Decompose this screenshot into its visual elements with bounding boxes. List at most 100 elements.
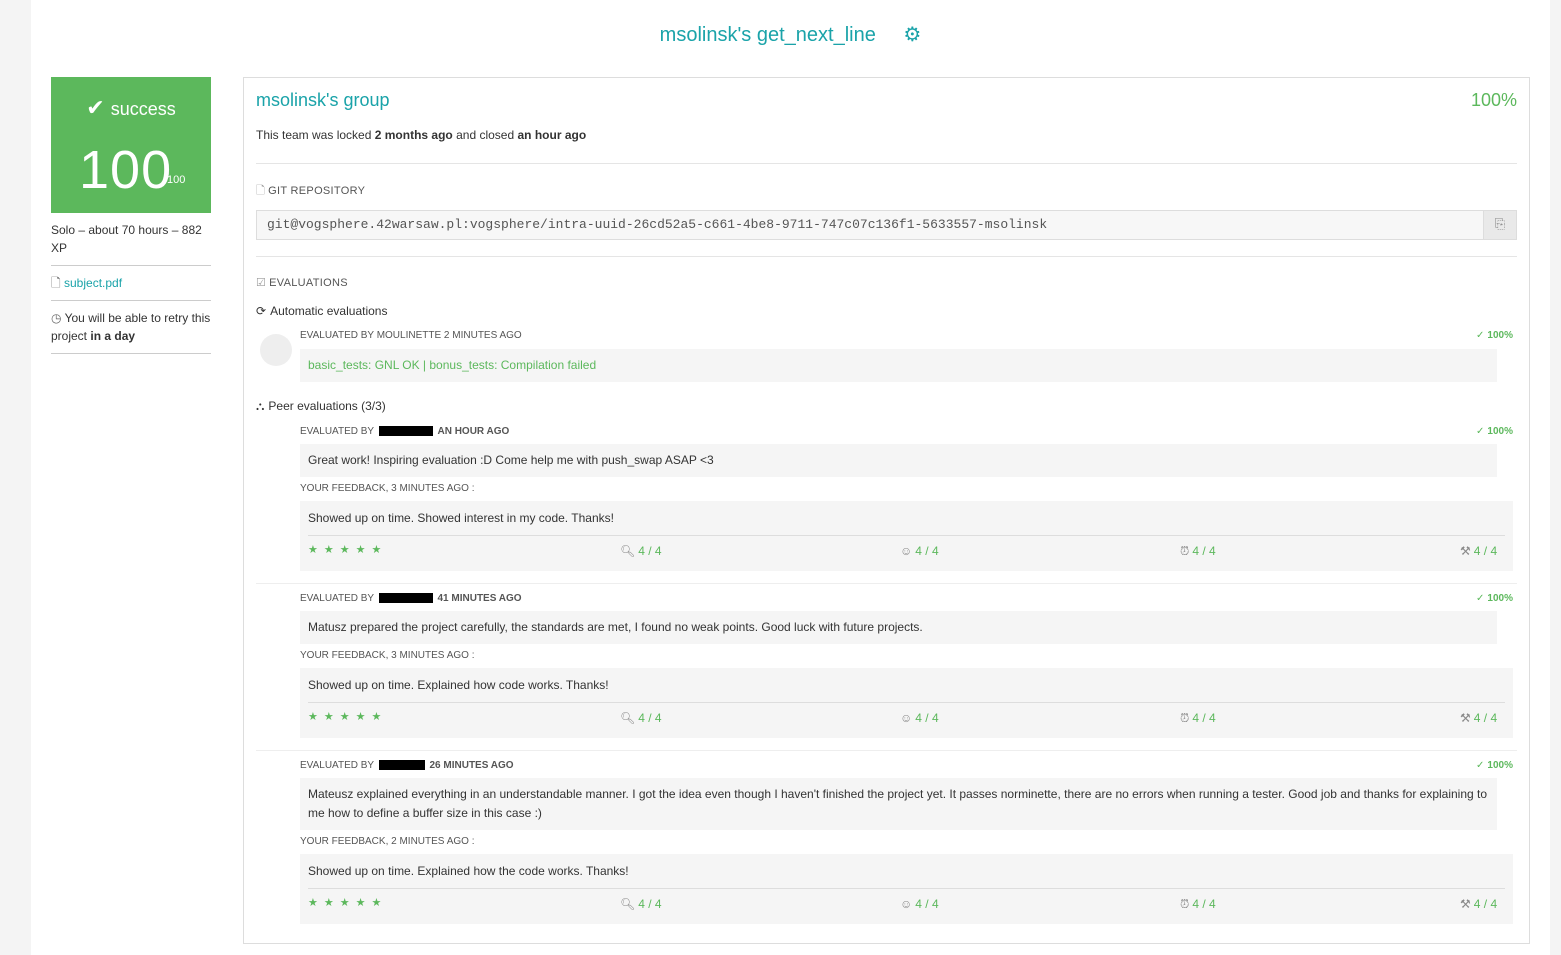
avatar: [260, 334, 292, 366]
status-label-row: ✔ success: [51, 95, 211, 121]
divider: [256, 163, 1517, 164]
score-interest: 🔍︎ 4 / 4: [620, 544, 662, 558]
feedback-box: Showed up on time. Explained how code wo…: [300, 668, 1513, 738]
closed-ago: an hour ago: [517, 128, 587, 142]
score-value: 4 / 4: [915, 711, 939, 725]
page-header: msolinsk's get_next_line ⚙: [31, 22, 1550, 47]
peer-eval-meta: EVALUATED BY 41 MINUTES AGO: [300, 593, 522, 604]
subject-pdf-link[interactable]: subject.pdf: [64, 276, 122, 290]
copy-icon[interactable]: ⎘: [1483, 211, 1516, 239]
repo-url[interactable]: git@vogsphere.42warsaw.pl:vogsphere/intr…: [267, 217, 1047, 232]
auto-eval-message: basic_tests: GNL OK | bonus_tests: Compi…: [300, 349, 1497, 382]
divider: [51, 300, 211, 301]
peer-eval-meta: EVALUATED BY 26 MINUTES AGO: [300, 760, 514, 771]
lock-prefix: This team was locked: [256, 128, 372, 142]
score-interest: 🔍︎ 4 / 4: [620, 897, 662, 911]
feedback-meta: YOUR FEEDBACK, 2 MINUTES AGO :: [300, 836, 475, 847]
auto-percent-text: 100%: [1487, 330, 1513, 341]
evaluated-by-label: EVALUATED BY: [300, 426, 374, 437]
alarm-clock-icon: ⏰︎: [1180, 711, 1190, 725]
score-nice: ☺ 4 / 4: [900, 897, 939, 911]
star-rating: ★★★★★: [308, 711, 388, 723]
git-repo-label-text: GIT REPOSITORY: [268, 185, 366, 197]
score-value: 4 / 4: [1473, 711, 1498, 725]
score-value: 4 / 4: [915, 897, 939, 911]
hammer-icon: ⚒: [1460, 897, 1471, 911]
group-percent: 100%: [1470, 90, 1517, 110]
peer-eval-comment: Great work! Inspiring evaluation :D Come…: [300, 444, 1497, 477]
score-value: 4 / 4: [915, 544, 939, 558]
check-icon: ✔: [86, 95, 105, 120]
final-score: 100: [79, 140, 173, 200]
group-name: msolinsk's group: [256, 90, 390, 110]
file-icon: 🗋: [51, 276, 61, 290]
clock-icon: ◷: [51, 311, 62, 325]
score-value: 4 / 4: [638, 897, 662, 911]
score-punctuality: ⏰︎ 4 / 4: [1180, 897, 1216, 912]
project-meta: Solo – about 70 hours – 882 XP 🗋 subject…: [51, 221, 211, 362]
percent-text: 100%: [1487, 593, 1513, 604]
divider: [256, 583, 1517, 584]
star-rating: ★★★★★: [308, 897, 388, 909]
smiley-icon: ☺: [900, 897, 913, 911]
hammer-icon: ⚒: [1460, 544, 1471, 558]
status-label: success: [110, 99, 176, 119]
score-nice: ☺ 4 / 4: [900, 544, 939, 558]
page: msolinsk's get_next_line ⚙ ✔ success 100 …: [31, 0, 1550, 955]
repo-field[interactable]: git@vogsphere.42warsaw.pl:vogsphere/intr…: [256, 210, 1517, 240]
star-rating: ★★★★★: [308, 544, 388, 556]
repo-icon: 🗋: [256, 185, 266, 197]
group-icon: ⛬: [256, 399, 265, 413]
eval-time: 41 MINUTES AGO: [437, 593, 522, 604]
alarm-clock-icon: ⏰︎: [1180, 544, 1190, 558]
percent-text: 100%: [1487, 426, 1513, 437]
eval-time: 26 MINUTES AGO: [429, 760, 514, 771]
retry-info: ◷ You will be able to retry this project…: [51, 309, 211, 345]
auto-heading-text: Automatic evaluations: [270, 304, 388, 318]
feedback-box: Showed up on time. Showed interest in my…: [300, 501, 1513, 571]
refresh-icon: ⟳: [256, 304, 267, 318]
check-icon: ✓: [1476, 330, 1485, 341]
score-value: 4 / 4: [1473, 544, 1498, 558]
score-value: 4 / 4: [638, 711, 662, 725]
percent-text: 100%: [1487, 760, 1513, 771]
divider: [51, 265, 211, 266]
peer-heading-text: Peer evaluations (3/3): [268, 399, 386, 413]
peer-eval-percent: ✓ 100%: [1476, 593, 1513, 604]
peer-eval-percent: ✓ 100%: [1476, 426, 1513, 437]
score-value: 4 / 4: [638, 544, 662, 558]
score-value: 4 / 4: [1192, 897, 1216, 911]
score-rigor: ⚒ 4 / 4: [1460, 897, 1497, 911]
divider: [308, 888, 1505, 889]
redacted-name: [378, 760, 425, 771]
score-punctuality: ⏰︎ 4 / 4: [1180, 544, 1216, 559]
project-info: Solo – about 70 hours – 882 XP: [51, 223, 202, 255]
team-panel: msolinsk's group 100% This team was lock…: [243, 77, 1530, 944]
evaluations-label-text: EVALUATIONS: [269, 277, 348, 289]
feedback-text: Showed up on time. Showed interest in my…: [308, 511, 614, 525]
evaluated-by-label: EVALUATED BY: [300, 760, 374, 771]
check-icon: ✓: [1476, 760, 1485, 771]
feedback-text: Showed up on time. Explained how code wo…: [308, 678, 609, 692]
divider: [256, 750, 1517, 751]
auto-eval-meta: EVALUATED BY MOULINETTE 2 MINUTES AGO: [300, 330, 522, 341]
divider: [256, 256, 1517, 257]
subject-row: 🗋 subject.pdf: [51, 274, 211, 292]
check-icon: ✓: [1476, 426, 1485, 437]
score-interest: 🔍︎ 4 / 4: [620, 711, 662, 725]
redacted-name: [378, 593, 433, 604]
evaluations-label: ☑ EVALUATIONS: [256, 276, 348, 289]
peer-evaluations-heading: ⛬ Peer evaluations (3/3): [256, 399, 386, 414]
score-nice: ☺ 4 / 4: [900, 711, 939, 725]
feedback-box: Showed up on time. Explained how the cod…: [300, 854, 1513, 924]
status-box: ✔ success 100 /100: [51, 77, 211, 213]
divider: [308, 535, 1505, 536]
peer-eval-comment: Mateusz explained everything in an under…: [300, 778, 1497, 830]
checkbox-icon: ☑: [256, 277, 267, 289]
evaluated-by-label: EVALUATED BY: [300, 593, 374, 604]
gear-icon[interactable]: ⚙: [903, 22, 921, 47]
auto-eval-percent: ✓ 100%: [1476, 330, 1513, 341]
score-punctuality: ⏰︎ 4 / 4: [1180, 711, 1216, 726]
feedback-text: Showed up on time. Explained how the cod…: [308, 864, 629, 878]
automatic-evaluations-heading: ⟳ Automatic evaluations: [256, 304, 387, 318]
